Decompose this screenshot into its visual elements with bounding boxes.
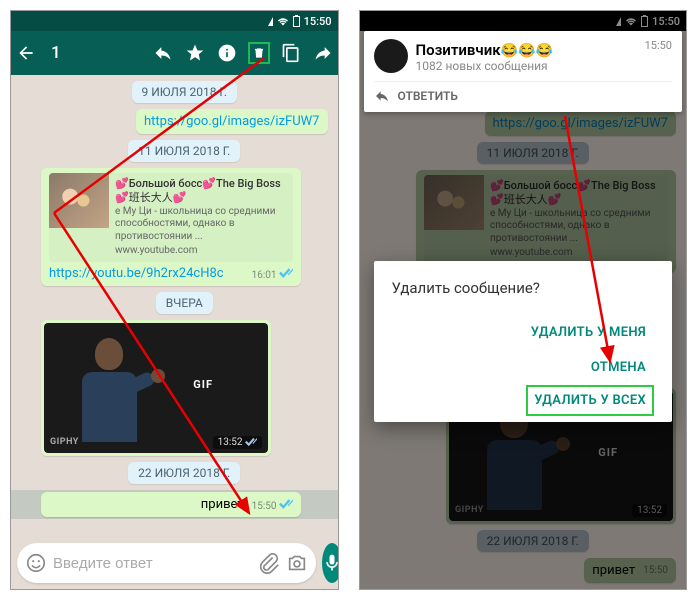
message-input[interactable]: [53, 555, 252, 572]
notif-title: Позитивчик: [416, 41, 501, 59]
link-preview: 💕Большой босс💕The Big Boss💕班长大人💕 е Му Ци…: [49, 173, 293, 262]
notification-card[interactable]: 15:50 Позитивчик😂😂😂 1082 новых сообщения…: [364, 31, 683, 112]
message-time: 13:52: [213, 436, 262, 449]
delete-for-all-button[interactable]: УДАЛИТЬ У ВСЕХ: [526, 385, 654, 416]
delete-icon[interactable]: [248, 42, 270, 64]
selected-count: 1: [47, 43, 61, 63]
emoji-icon[interactable]: [25, 552, 47, 574]
message-youtube[interactable]: 💕Большой босс💕The Big Boss💕班长大人💕 е Му Ци…: [41, 168, 301, 286]
preview-source: www.youtube.com: [115, 245, 287, 258]
message-time: 16:01: [252, 268, 293, 281]
status-time: 15:50: [304, 15, 332, 28]
message-gif[interactable]: GIF GIPHY 13:52: [41, 320, 271, 456]
avatar: [374, 39, 408, 73]
star-icon[interactable]: [184, 42, 206, 64]
giphy-watermark: GIPHY: [50, 437, 79, 447]
forward-icon[interactable]: [312, 42, 334, 64]
notif-reply-button[interactable]: ОТВЕТИТЬ: [374, 81, 673, 104]
message-link[interactable]: https://goo.gl/images/izFUW7: [136, 109, 327, 134]
notif-time: 15:50: [645, 39, 672, 52]
preview-title: 💕Большой босс💕The Big Boss💕班长大人💕: [115, 177, 287, 205]
preview-desc: е Му Ци - школьница со средними способно…: [115, 206, 287, 244]
wifi-icon: [277, 15, 289, 27]
delete-dialog: Удалить сообщение? УДАЛИТЬ У МЕНЯ ОТМЕНА…: [374, 261, 673, 422]
composer: [11, 537, 338, 589]
date-badge: ВЧЕРА: [156, 292, 213, 314]
reply-icon[interactable]: [152, 42, 174, 64]
mic-button[interactable]: [322, 543, 339, 583]
selection-toolbar: 1: [11, 31, 338, 75]
notif-emoji: 😂😂😂: [501, 43, 553, 59]
preview-thumbnail: [49, 173, 109, 228]
status-bar: 15:50: [11, 11, 338, 31]
gif-badge: GIF: [193, 378, 213, 391]
message-time: 15:50: [252, 499, 293, 512]
cancel-button[interactable]: ОТМЕНА: [583, 350, 654, 385]
message-link-text: https://youtu.be/9h2rx24cH8c: [49, 266, 224, 281]
dialog-title: Удалить сообщение?: [392, 279, 655, 297]
date-badge: 9 ИЮЛЯ 2018 Г.: [132, 81, 237, 103]
camera-icon[interactable]: [286, 552, 308, 574]
delete-for-me-button[interactable]: УДАЛИТЬ У МЕНЯ: [523, 315, 654, 350]
back-icon[interactable]: [15, 42, 37, 64]
date-badge: 22 ИЮЛЯ 2018 Г.: [128, 462, 240, 484]
notif-subtitle: 1082 новых сообщения: [416, 59, 553, 73]
date-badge: 11 ИЮЛЯ 2018 Г.: [128, 140, 240, 162]
info-icon[interactable]: [216, 42, 238, 64]
battery-icon: [293, 16, 300, 27]
chat-pane[interactable]: 9 ИЮЛЯ 2018 Г. https://goo.gl/images/izF…: [11, 75, 338, 537]
selected-message-row[interactable]: привет 15:50: [11, 490, 338, 519]
signal-icon: [268, 17, 273, 26]
message-text[interactable]: привет 15:50: [41, 492, 301, 517]
copy-icon[interactable]: [280, 42, 302, 64]
attach-icon[interactable]: [258, 552, 280, 574]
